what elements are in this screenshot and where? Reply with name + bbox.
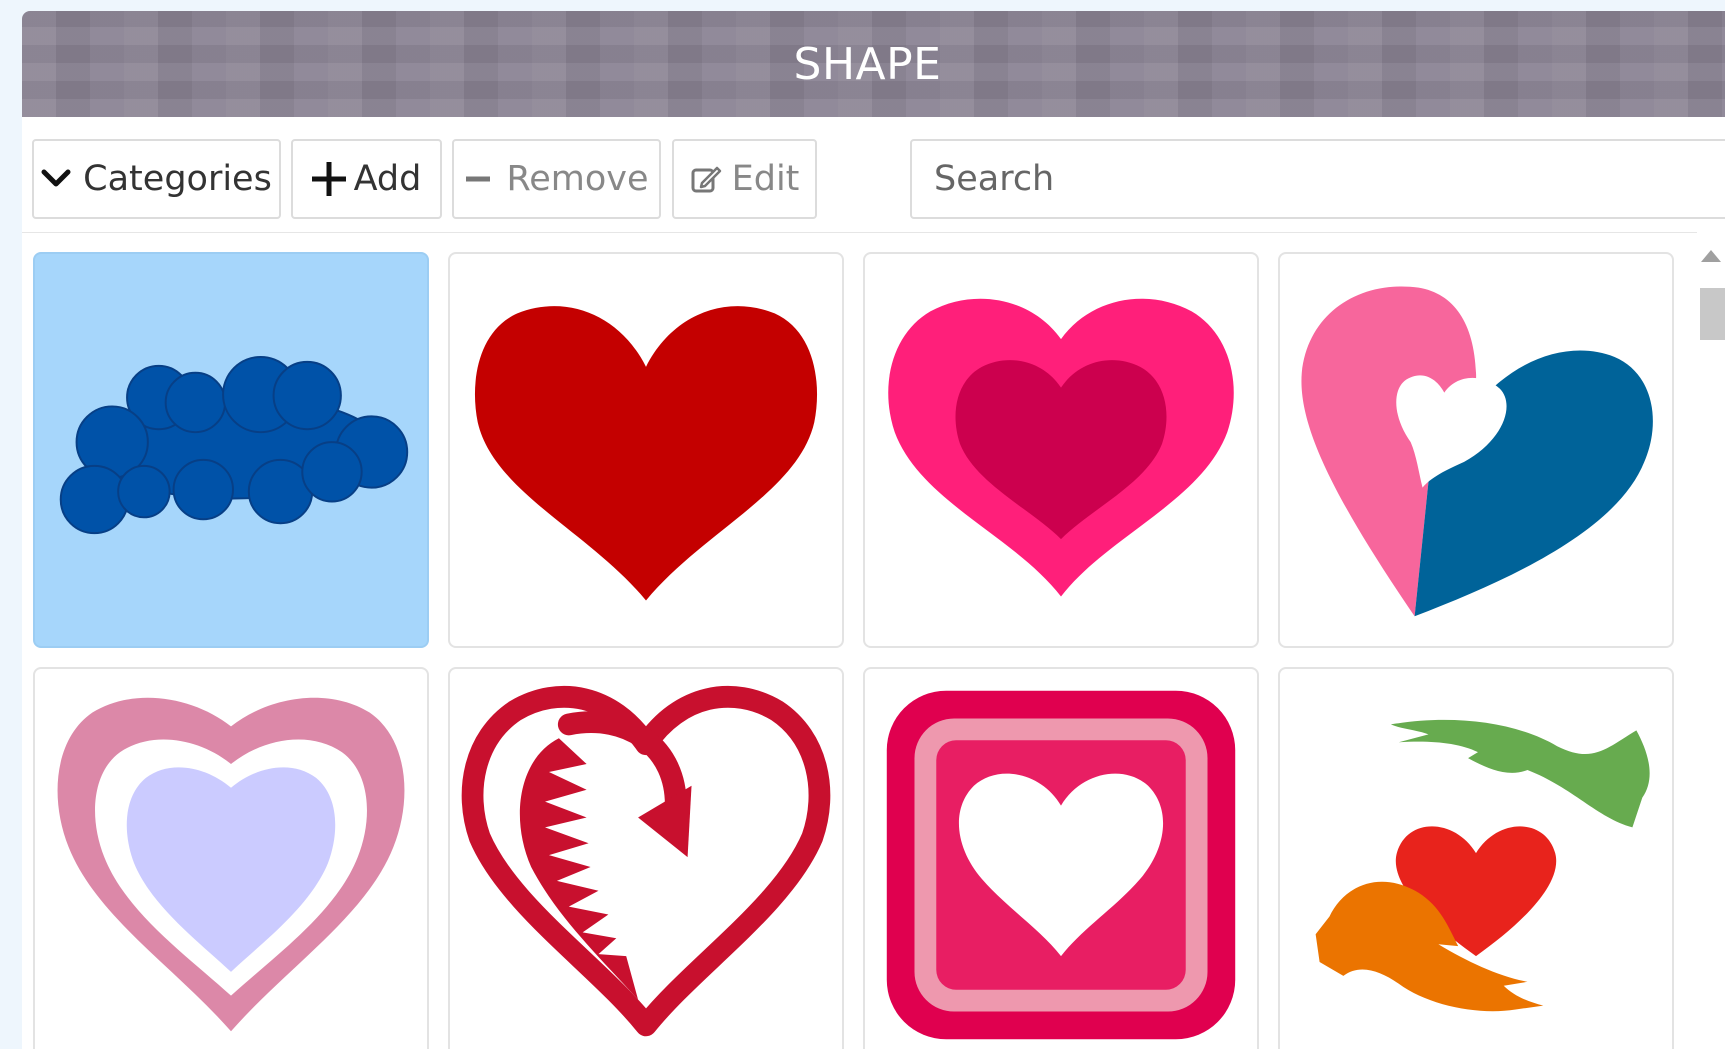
shape-grid [22,232,1682,1049]
chevron-down-icon [41,168,71,190]
double-heart-icon [888,298,1234,597]
hands-heart-icon [1315,719,1650,1012]
add-button[interactable]: Add [291,139,442,219]
remove-label: Remove [506,159,649,199]
categories-label: Categories [83,159,272,199]
shape-tile-arrow-heart[interactable] [448,667,844,1049]
minus-icon [464,174,492,184]
shape-tile-outlined-heart[interactable] [33,667,429,1049]
panel-title: SHAPE [793,38,942,90]
scroll-up-arrow-icon[interactable] [1701,250,1721,262]
edit-label: Edit [731,159,800,199]
shape-panel: SHAPE Categories Add Remove Edit Search [22,11,1725,1049]
plus-icon [311,162,346,196]
arrow-heart-icon [461,686,831,1037]
remove-button[interactable]: Remove [452,139,661,219]
search-input[interactable] [910,139,1725,219]
split-heart-icon [1301,286,1653,617]
scrollbar-thumb[interactable] [1700,288,1725,340]
add-label: Add [353,159,422,199]
heart-square-icon [886,690,1236,1040]
shape-tile-cloud[interactable] [33,252,429,648]
shape-tile-pink-double-heart[interactable] [863,252,1259,648]
outlined-heart-icon [57,697,405,1032]
heart-icon [474,306,818,601]
edit-icon [690,163,722,195]
shape-tile-split-heart[interactable] [1278,252,1674,648]
vertical-scrollbar[interactable] [1697,232,1725,1049]
shape-tile-hands-heart[interactable] [1278,667,1674,1049]
shape-tile-heart-square[interactable] [863,667,1259,1049]
cloud-icon [59,355,409,535]
categories-button[interactable]: Categories [32,139,281,219]
toolbar: Categories Add Remove Edit [22,117,1725,233]
edit-button[interactable]: Edit [672,139,817,219]
title-bar: SHAPE [22,11,1725,117]
shape-tile-red-heart[interactable] [448,252,844,648]
